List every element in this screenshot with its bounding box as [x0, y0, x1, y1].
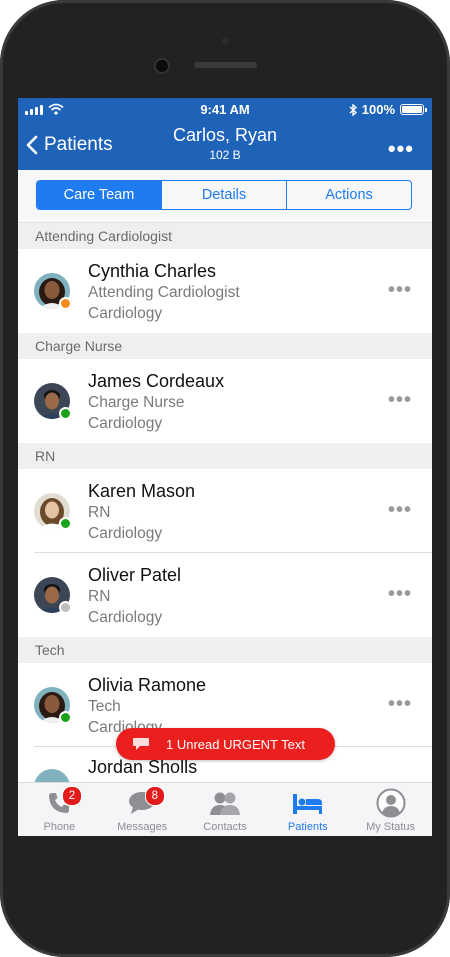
member-dept: Cardiology [88, 609, 163, 626]
member-name: Olivia Ramone [88, 675, 207, 695]
section-header: RN [18, 443, 432, 469]
tab-phone[interactable]: 2 Phone [18, 783, 101, 836]
messages-badge: 8 [144, 786, 165, 806]
row-more-button[interactable]: ••• [388, 499, 412, 522]
my-status-icon [376, 788, 406, 818]
member-role: Tech [88, 698, 121, 715]
member-dept: Cardiology [88, 525, 163, 542]
status-dot [59, 407, 72, 420]
list-item[interactable]: Karen Mason RN Cardiology ••• [18, 469, 432, 553]
row-more-button[interactable]: ••• [388, 279, 412, 302]
member-name: James Cordeaux [88, 371, 225, 391]
status-dot [59, 711, 72, 724]
proximity-sensor [222, 37, 229, 44]
list-item[interactable]: Oliver Patel RN Cardiology ••• [18, 553, 432, 637]
tab-bar: 2 Phone 8 Messages Contacts Patients My … [18, 782, 432, 836]
tab-label: Phone [43, 821, 76, 833]
tab-label: My Status [366, 821, 416, 833]
list-item[interactable]: Cynthia Charles Attending Cardiologist C… [18, 249, 432, 333]
member-role: RN [88, 504, 111, 521]
member-name: Cynthia Charles [88, 261, 217, 281]
member-role: RN [88, 588, 111, 605]
battery-percent: 100% [361, 102, 395, 117]
row-more-button[interactable]: ••• [388, 389, 412, 412]
member-name: Karen Mason [88, 481, 196, 501]
phone-frame: 9:41 AM 100% Patients Carlos, Ryan 102 B… [0, 0, 450, 957]
earpiece-speaker [194, 62, 257, 68]
bluetooth-icon [349, 103, 357, 116]
chat-bubble-icon [133, 738, 149, 750]
member-role: Charge Nurse [88, 394, 185, 411]
section-header: Tech [18, 637, 432, 663]
tab-contacts[interactable]: Contacts [184, 783, 267, 836]
patient-name: Carlos, Ryan [172, 125, 278, 145]
tab-actions[interactable]: Actions [286, 181, 411, 209]
status-dot [59, 517, 72, 530]
urgent-text-banner[interactable]: 1 Unread URGENT Text [116, 728, 335, 760]
tab-details[interactable]: Details [161, 181, 286, 209]
navigation-bar: Patients Carlos, Ryan 102 B ••• [18, 122, 432, 170]
member-dept: Cardiology [88, 305, 163, 322]
member-dept: Cardiology [88, 415, 163, 432]
care-team-list: Attending Cardiologist Cynthia Charles A… [18, 223, 432, 805]
member-role: Attending Cardiologist [88, 284, 240, 301]
more-options-button[interactable]: ••• [388, 136, 414, 162]
tab-my-status[interactable]: My Status [349, 783, 432, 836]
tab-label: Messages [117, 821, 168, 833]
segment-bar: Care Team Details Actions [18, 170, 432, 223]
contacts-icon [209, 792, 240, 815]
phone-badge: 2 [62, 786, 82, 806]
tab-care-team[interactable]: Care Team [37, 181, 161, 209]
status-bar: 9:41 AM 100% [18, 98, 432, 122]
tab-messages[interactable]: 8 Messages [101, 783, 184, 836]
row-more-button[interactable]: ••• [388, 693, 412, 716]
status-dot [59, 601, 72, 614]
front-camera [156, 60, 168, 72]
member-name: Jordan Sholls [88, 757, 198, 777]
segmented-control: Care Team Details Actions [36, 180, 412, 210]
tab-label: Patients [287, 821, 328, 833]
battery-icon [400, 104, 427, 115]
member-name: Oliver Patel [88, 565, 182, 585]
list-item[interactable]: James Cordeaux Charge Nurse Cardiology •… [18, 359, 432, 443]
row-more-button[interactable]: ••• [388, 583, 412, 606]
patient-room: 102 B [209, 148, 241, 162]
tab-patients[interactable]: Patients [266, 783, 349, 836]
urgent-text-label: 1 Unread URGENT Text [166, 736, 305, 752]
patients-icon [292, 794, 322, 814]
status-dot [59, 297, 72, 310]
section-header: Charge Nurse [18, 333, 432, 359]
tab-label: Contacts [203, 821, 247, 833]
section-header: Attending Cardiologist [18, 223, 432, 249]
app-screen: 9:41 AM 100% Patients Carlos, Ryan 102 B… [18, 98, 432, 836]
